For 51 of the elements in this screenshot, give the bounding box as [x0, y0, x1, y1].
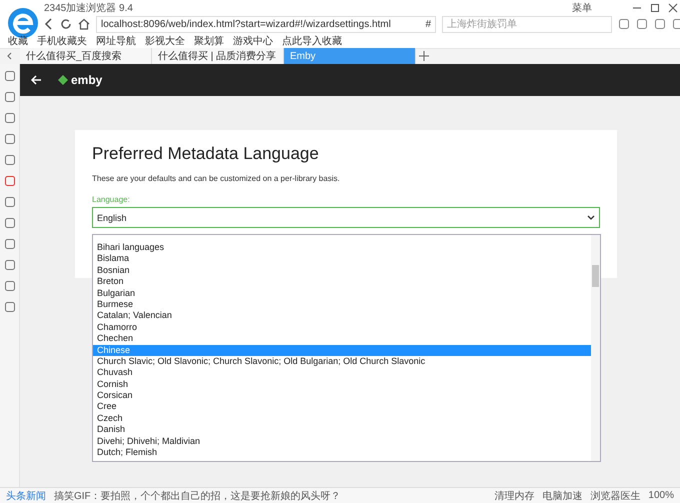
dropdown-option[interactable]: Danish: [93, 424, 591, 436]
language-select[interactable]: English: [92, 207, 600, 228]
maximize-icon[interactable]: [650, 2, 660, 13]
page-title: Preferred Metadata Language: [92, 144, 320, 164]
dropdown-option[interactable]: Cree: [93, 401, 591, 413]
new-tab-icon[interactable]: [416, 48, 432, 64]
bookmark-link[interactable]: 点此导入收藏: [282, 34, 342, 48]
bookmark-link[interactable]: 网址导航: [96, 34, 136, 48]
dropdown-option[interactable]: Dutch; Flemish: [93, 447, 591, 458]
dropdown-option[interactable]: Burmese: [93, 298, 591, 310]
search-field[interactable]: 上海炸街族罚单: [442, 16, 612, 33]
dropdown-option[interactable]: Bosnian: [93, 264, 591, 276]
address-bar[interactable]: localhost:8096/web/index.html?start=wizard#!/wizardsettings.html #: [96, 16, 436, 33]
status-tool-link[interactable]: 浏览器医生: [590, 488, 640, 502]
dropdown-option[interactable]: Chuvash: [93, 367, 591, 379]
browser-tab[interactable]: 什么值得买_百度搜索: [20, 48, 152, 64]
status-tool-link[interactable]: 电脑加速: [542, 488, 582, 502]
reload-icon[interactable]: [60, 18, 72, 30]
dropdown-option[interactable]: Bihari languages: [93, 242, 591, 254]
dropdown-option[interactable]: Catalan; Valencian: [93, 310, 591, 322]
dropdown-option[interactable]: Czech: [93, 412, 591, 424]
field-label: Language:: [92, 195, 131, 204]
news-headline[interactable]: 搞笑GIF：要拍照，个个都出自己的招，这是要抢新娘的风头呀？: [54, 488, 341, 502]
bookmark-link[interactable]: 手机收藏夹: [37, 34, 87, 48]
menu-link[interactable]: 菜单: [572, 0, 592, 15]
back-icon[interactable]: [44, 18, 54, 30]
dropdown-option[interactable]: Cornish: [93, 378, 591, 390]
dropdown-option[interactable]: Church Slavic; Old Slavonic; Church Slavonic; Old Bulgarian; Old Church Slavonic: [93, 356, 591, 368]
dropdown-option[interactable]: Bislama: [93, 253, 591, 265]
bookmark-link[interactable]: 聚划算: [194, 34, 224, 48]
home-icon[interactable]: [78, 18, 90, 30]
bookmark-link[interactable]: 游戏中心: [233, 34, 273, 48]
dropdown-option[interactable]: Chechen: [93, 333, 591, 345]
page-subtitle: These are your defaults and can be customized on a per-library basis.: [92, 174, 341, 183]
dropdown-option[interactable]: Bulgarian: [93, 288, 591, 299]
close-icon[interactable]: [668, 2, 678, 13]
zoom-level[interactable]: 100%: [648, 490, 674, 501]
news-label[interactable]: 头条新闻: [6, 488, 46, 502]
dropdown-option[interactable]: Breton: [93, 276, 591, 288]
dropdown-option[interactable]: Corsican: [93, 390, 591, 402]
app-logo: emby: [58, 73, 102, 87]
bookmark-link[interactable]: 收藏: [8, 34, 28, 48]
bookmark-link[interactable]: 影视大全: [145, 34, 185, 48]
dropdown-option[interactable]: Divehi; Dhivehi; Maldivian: [93, 436, 591, 448]
window-title: 2345加速浏览器 9.4: [44, 2, 133, 15]
chevron-down-icon: [587, 214, 595, 220]
dropdown-option[interactable]: Chamorro: [93, 322, 591, 334]
back-arrow-icon[interactable]: [30, 74, 42, 86]
status-tool-link[interactable]: 清理内存: [494, 488, 534, 502]
scrollbar[interactable]: [591, 235, 600, 461]
browser-tab[interactable]: 什么值得买 | 品质消费分享: [152, 48, 284, 64]
